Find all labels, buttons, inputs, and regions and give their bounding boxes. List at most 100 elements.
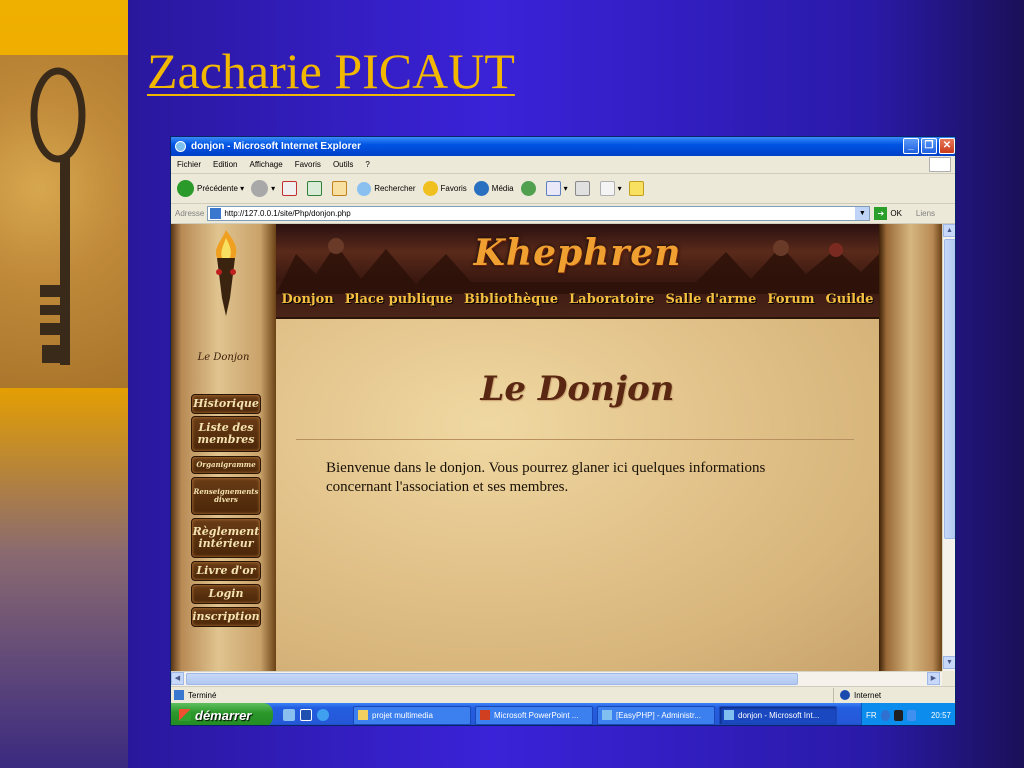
search-label: Rechercher bbox=[374, 184, 416, 193]
browser-toolbar: Précédente ▾ ▾ Rechercher Favoris Média … bbox=[171, 174, 955, 204]
status-bar: Terminé Internet bbox=[171, 686, 955, 703]
menu-outils[interactable]: Outils bbox=[327, 160, 359, 169]
sidebar-button-organigramme[interactable]: Organigramme bbox=[191, 456, 261, 474]
print-button[interactable] bbox=[574, 181, 593, 196]
address-bar: Adresse http://127.0.0.1/site/Php/donjon… bbox=[171, 204, 955, 224]
tray-app-icon[interactable] bbox=[893, 709, 903, 721]
sidebar-heading: Le Donjon bbox=[197, 352, 250, 363]
browser-window: donjon - Microsoft Internet Explorer _ ❐… bbox=[170, 136, 956, 726]
mail-button[interactable]: ▾ bbox=[545, 181, 568, 196]
minimize-button[interactable]: _ bbox=[903, 138, 919, 154]
sidebar-button-reglement[interactable]: Règlement intérieur bbox=[191, 518, 261, 558]
left-sidebar: Le Donjon Historique Liste des membres O… bbox=[171, 224, 276, 671]
sidebar-button-liste-membres[interactable]: Liste des membres bbox=[191, 416, 261, 452]
clock: 20:57 bbox=[930, 710, 951, 720]
scroll-up-icon[interactable]: ▲ bbox=[943, 224, 955, 237]
nav-place-publique[interactable]: Place publique bbox=[345, 292, 453, 307]
media-button[interactable]: Média bbox=[473, 181, 514, 196]
tray-volume-icon[interactable] bbox=[906, 709, 916, 721]
address-url: http://127.0.0.1/site/Php/donjon.php bbox=[224, 209, 351, 218]
start-button[interactable]: démarrer bbox=[171, 703, 273, 725]
nav-donjon[interactable]: Donjon bbox=[282, 292, 334, 307]
go-button[interactable]: ➔ OK bbox=[874, 207, 902, 220]
ie-page-icon bbox=[724, 710, 734, 720]
messenger-button[interactable] bbox=[628, 181, 647, 196]
back-button[interactable]: Précédente ▾ bbox=[177, 180, 244, 197]
favorites-button[interactable]: Favoris bbox=[422, 181, 467, 196]
menu-fichier[interactable]: Fichier bbox=[171, 160, 207, 169]
nav-salle-arme[interactable]: Salle d'arme bbox=[666, 292, 757, 307]
favorites-label: Favoris bbox=[440, 184, 467, 193]
browser-titlebar[interactable]: donjon - Microsoft Internet Explorer _ ❐… bbox=[171, 137, 955, 156]
task-label: projet multimedia bbox=[372, 710, 433, 720]
content-title: Le Donjon bbox=[480, 369, 675, 409]
page-done-icon bbox=[174, 690, 184, 700]
scroll-right-icon[interactable]: ▶ bbox=[927, 672, 940, 685]
status-text: Terminé bbox=[188, 690, 217, 700]
address-dropdown-icon[interactable]: ▼ bbox=[855, 207, 870, 220]
status-left: Terminé bbox=[171, 690, 833, 700]
right-frame bbox=[879, 224, 942, 671]
page-viewport: Le Donjon Historique Liste des membres O… bbox=[171, 224, 942, 671]
ie-page-icon bbox=[602, 710, 612, 720]
horizontal-scroll-thumb[interactable] bbox=[186, 673, 798, 685]
go-arrow-icon: ➔ bbox=[874, 207, 888, 220]
content-divider bbox=[296, 439, 854, 440]
sidebar-button-renseignements[interactable]: Renseignements divers bbox=[191, 477, 261, 515]
task-label: donjon - Microsoft Int... bbox=[738, 710, 820, 720]
slide-title: Zacharie PICAUT bbox=[147, 43, 515, 99]
address-input[interactable]: http://127.0.0.1/site/Php/donjon.php ▼ bbox=[207, 206, 871, 221]
horizontal-scrollbar[interactable]: ◀ ▶ bbox=[171, 671, 942, 686]
nav-forum[interactable]: Forum bbox=[767, 292, 814, 307]
task-powerpoint[interactable]: Microsoft PowerPoint ... bbox=[475, 705, 593, 725]
history-button[interactable] bbox=[520, 181, 539, 196]
vertical-scrollbar[interactable]: ▲ ▼ bbox=[942, 224, 955, 671]
vertical-scroll-thumb[interactable] bbox=[944, 239, 955, 539]
word-icon[interactable] bbox=[300, 709, 312, 721]
task-easyphp[interactable]: [EasyPHP] - Administr... bbox=[597, 705, 715, 725]
search-button[interactable]: Rechercher bbox=[357, 181, 416, 196]
edit-button[interactable]: ▾ bbox=[599, 181, 622, 196]
page-icon bbox=[210, 208, 222, 219]
task-donjon[interactable]: donjon - Microsoft Int... bbox=[719, 705, 837, 725]
language-indicator[interactable]: FR bbox=[866, 711, 877, 720]
sidebar-button-inscription[interactable]: inscription bbox=[191, 607, 261, 627]
nav-guilde[interactable]: Guilde bbox=[826, 292, 874, 307]
powerpoint-icon bbox=[480, 710, 490, 720]
globe-icon bbox=[840, 690, 850, 700]
window-title: donjon - Microsoft Internet Explorer bbox=[191, 141, 362, 152]
scroll-down-icon[interactable]: ▼ bbox=[943, 656, 955, 669]
star-icon bbox=[422, 181, 438, 196]
menu-edition[interactable]: Edition bbox=[207, 160, 243, 169]
desktop-icon[interactable] bbox=[283, 709, 295, 721]
system-tray: FR 20:57 bbox=[861, 703, 955, 725]
menu-affichage[interactable]: Affichage bbox=[243, 160, 288, 169]
media-label: Média bbox=[491, 184, 514, 193]
sidebar-button-livre-or[interactable]: Livre d'or bbox=[191, 561, 261, 581]
stop-button[interactable] bbox=[282, 181, 300, 196]
refresh-button[interactable] bbox=[307, 181, 325, 196]
scroll-left-icon[interactable]: ◀ bbox=[171, 672, 184, 685]
status-zone: Internet bbox=[833, 687, 955, 703]
links-button[interactable]: Liens bbox=[916, 209, 935, 218]
nav-bibliotheque[interactable]: Bibliothèque bbox=[464, 292, 558, 307]
maximize-button[interactable]: ❐ bbox=[921, 138, 937, 154]
forward-button[interactable]: ▾ bbox=[251, 180, 275, 197]
menu-help[interactable]: ? bbox=[359, 160, 375, 169]
task-projet-multimedia[interactable]: projet multimedia bbox=[353, 705, 471, 725]
start-label: démarrer bbox=[195, 707, 252, 723]
note-icon bbox=[628, 181, 644, 196]
chevron-icon[interactable] bbox=[880, 709, 890, 721]
ie-quick-icon[interactable] bbox=[317, 709, 329, 721]
home-button[interactable] bbox=[332, 181, 350, 196]
stop-icon bbox=[282, 181, 298, 196]
menu-favoris[interactable]: Favoris bbox=[289, 160, 327, 169]
nav-laboratoire[interactable]: Laboratoire bbox=[569, 292, 654, 307]
sidebar-button-login[interactable]: Login bbox=[191, 584, 261, 604]
key-image bbox=[0, 55, 128, 388]
close-button[interactable]: ✕ bbox=[939, 138, 955, 154]
content-text: Bienvenue dans le donjon. Vous pourrez g… bbox=[326, 460, 766, 496]
quick-launch bbox=[283, 709, 353, 721]
sidebar-button-historique[interactable]: Historique bbox=[191, 394, 261, 414]
banner-title: Khephren bbox=[473, 232, 682, 274]
